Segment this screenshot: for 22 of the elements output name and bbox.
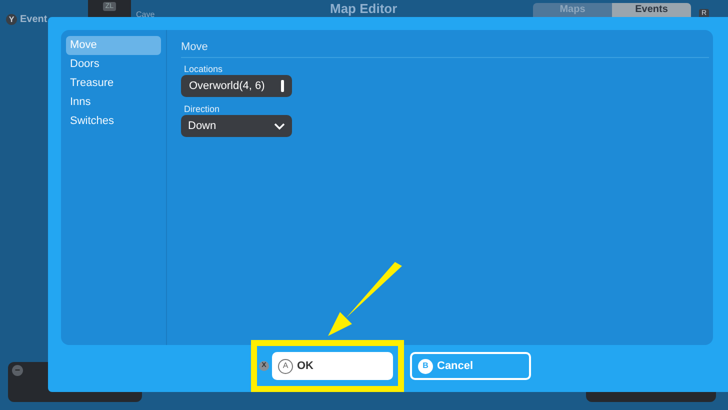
location-field[interactable]: Overworld(4, 6) bbox=[181, 75, 292, 97]
section-heading: Move bbox=[181, 40, 209, 53]
direction-dropdown[interactable]: Down bbox=[181, 115, 292, 137]
field-label: Locations bbox=[183, 63, 224, 75]
tab[interactable]: Maps bbox=[533, 3, 612, 17]
cancel-button[interactable]: B Cancel bbox=[410, 352, 531, 380]
location-label: Cave bbox=[136, 10, 155, 20]
window-title: Map Editor bbox=[330, 1, 398, 16]
field-label: Direction bbox=[183, 103, 221, 115]
sidebar-item[interactable]: Doors bbox=[66, 55, 161, 74]
events-button[interactable]: Event bbox=[20, 12, 48, 27]
sidebar-item[interactable]: Treasure bbox=[66, 74, 161, 93]
button-key-icon: B bbox=[418, 358, 433, 374]
sidebar-item[interactable]: Move bbox=[66, 36, 161, 55]
text-cursor-icon bbox=[281, 80, 284, 92]
sidebar-item[interactable]: Inns bbox=[66, 93, 161, 112]
sidebar-item[interactable]: Switches bbox=[66, 112, 161, 131]
chevron-down-icon bbox=[274, 122, 285, 130]
tab[interactable]: Events bbox=[612, 3, 691, 17]
y-key-icon: Y bbox=[6, 14, 17, 25]
ok-button[interactable]: A OK bbox=[272, 352, 393, 380]
button-key-icon: A bbox=[278, 358, 293, 374]
